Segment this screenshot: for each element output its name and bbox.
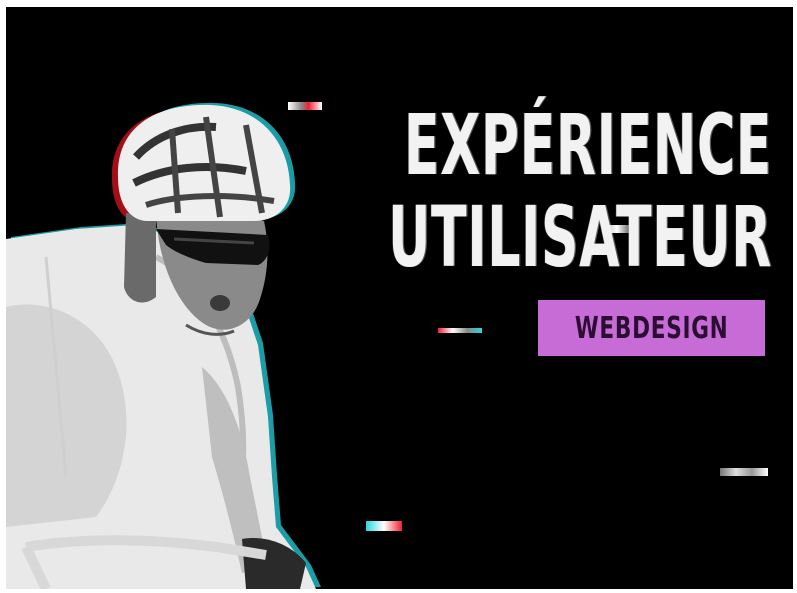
tag-label: WEBDESIGN xyxy=(574,310,729,346)
glitch-streak xyxy=(288,102,322,110)
headline: EXPÉRIENCE UTILISATEUR xyxy=(388,103,772,287)
glitch-streak xyxy=(366,521,402,531)
hero-banner: EXPÉRIENCE UTILISATEUR WEBDESIGN xyxy=(6,7,793,589)
headline-line-2: UTILISATEUR xyxy=(388,188,772,286)
headline-line-1: EXPÉRIENCE xyxy=(403,96,772,194)
glitch-streak xyxy=(720,468,768,476)
glitch-streak xyxy=(438,328,482,333)
cyclist-illustration xyxy=(6,102,321,589)
webdesign-tag: WEBDESIGN xyxy=(538,300,765,356)
